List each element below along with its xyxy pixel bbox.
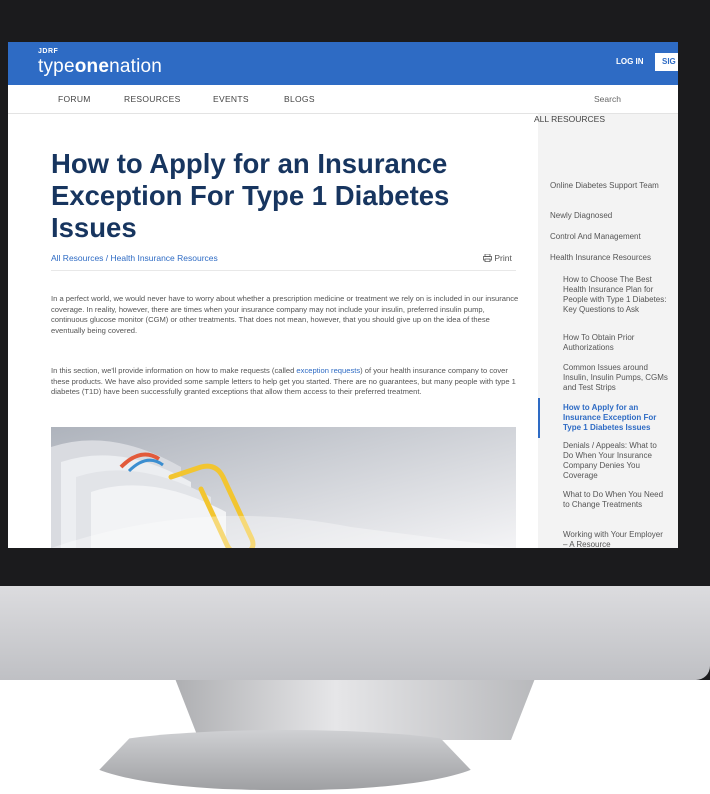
- sidebar-item-online-support[interactable]: Online Diabetes Support Team: [550, 181, 668, 192]
- sidebar-subitem-prior-auth[interactable]: How To Obtain Prior Authorizations: [563, 333, 669, 353]
- login-link[interactable]: LOG IN: [616, 57, 644, 66]
- monitor-bezel: [0, 548, 710, 588]
- exception-requests-link[interactable]: exception requests: [296, 366, 360, 375]
- printer-icon: [483, 253, 494, 263]
- site-logo[interactable]: JDRF typeonenation: [38, 48, 162, 78]
- nav-forum[interactable]: FORUM: [58, 94, 91, 104]
- divider: [51, 270, 516, 271]
- sidebar-subitem-insurance-exception[interactable]: How to Apply for an Insurance Exception …: [563, 403, 669, 433]
- exception-paragraph: In this section, we'll provide informati…: [51, 366, 516, 396]
- sidebar-item-control-management[interactable]: Control And Management: [550, 232, 668, 243]
- article-hero-image: [51, 427, 516, 548]
- nav-events[interactable]: EVENTS: [213, 94, 249, 104]
- paperclip-folders-illustration: [51, 427, 516, 548]
- main-nav: FORUM RESOURCES EVENTS BLOGS Search: [8, 85, 678, 114]
- sidebar-item-health-insurance[interactable]: Health Insurance Resources: [550, 253, 668, 264]
- monitor-chin: [0, 586, 710, 680]
- sidebar-heading: ALL RESOURCES: [534, 114, 606, 124]
- monitor-stand-base: [80, 730, 490, 790]
- logo-jdrf: JDRF: [38, 48, 59, 55]
- sidebar-subitem-choose-plan[interactable]: How to Choose The Best Health Insurance …: [563, 275, 669, 315]
- signup-button[interactable]: SIG: [655, 53, 678, 71]
- sidebar-item-newly-diagnosed[interactable]: Newly Diagnosed: [550, 211, 668, 222]
- nav-resources[interactable]: RESOURCES: [124, 94, 181, 104]
- active-item-marker: [538, 398, 540, 438]
- intro-paragraph: In a perfect world, we would never have …: [51, 294, 519, 335]
- article-content: How to Apply for an Insurance Exception …: [8, 114, 538, 548]
- nav-blogs[interactable]: BLOGS: [284, 94, 315, 104]
- print-button[interactable]: Print: [483, 253, 512, 263]
- resources-sidebar: [538, 114, 678, 548]
- sidebar-subitem-common-issues[interactable]: Common Issues around Insulin, Insulin Pu…: [563, 363, 669, 393]
- logo-wordmark: typeonenation: [38, 56, 163, 77]
- sidebar-subitem-denials-appeals[interactable]: Denials / Appeals: What to Do When Your …: [563, 441, 669, 481]
- breadcrumb[interactable]: All Resources / Health Insurance Resourc…: [51, 253, 218, 263]
- site-header: JDRF typeonenation LOG IN SIG: [8, 42, 678, 85]
- sidebar-subitem-change-treatments[interactable]: What to Do When You Need to Change Treat…: [563, 490, 669, 510]
- page-title: How to Apply for an Insurance Exception …: [51, 148, 450, 243]
- search-input[interactable]: Search: [594, 94, 621, 104]
- sidebar-subitem-working-employer[interactable]: Working with Your Employer – A Resource: [563, 530, 669, 548]
